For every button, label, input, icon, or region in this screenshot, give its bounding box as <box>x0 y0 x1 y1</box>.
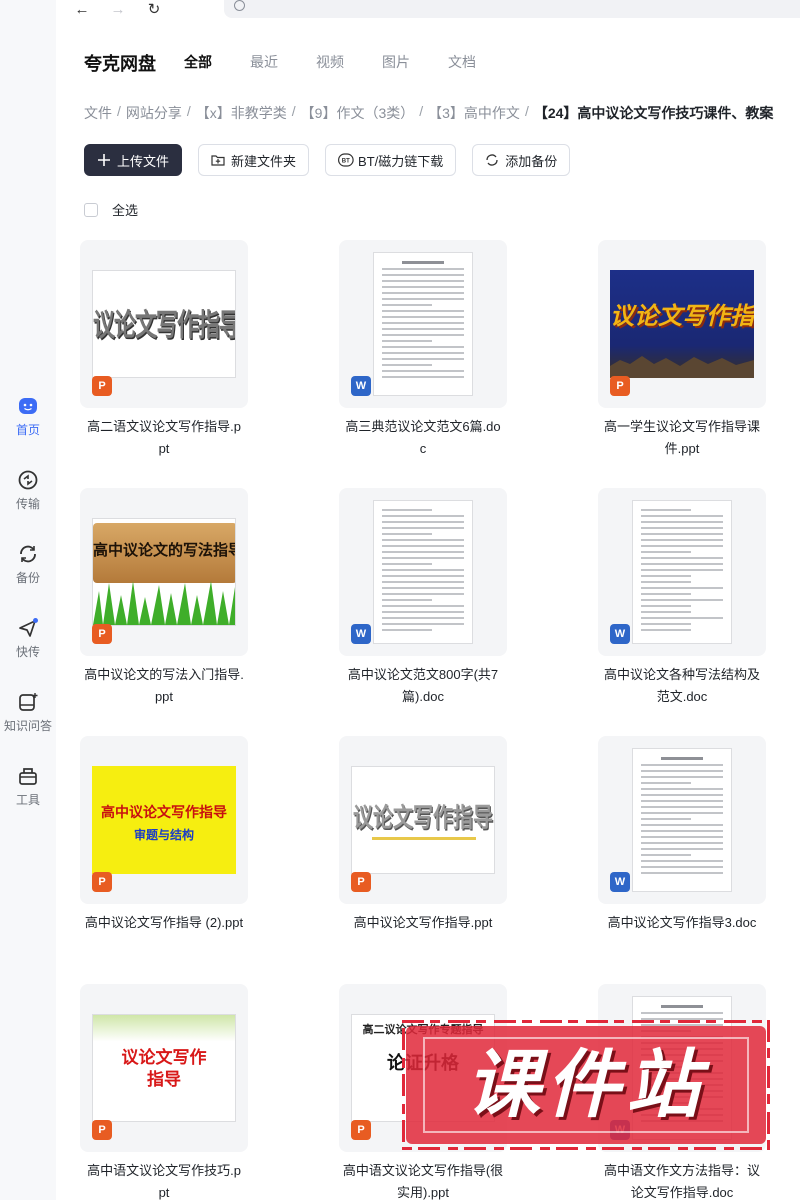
transfer-icon <box>17 469 39 491</box>
home-face-icon <box>17 395 39 417</box>
action-toolbar: 上传文件 新建文件夹 BT BT/磁力链下载 添加备份 <box>84 144 586 176</box>
browser-toolbar: ← → ↻ <box>56 0 800 20</box>
backup-icon <box>485 153 499 167</box>
ppt-file-icon: P <box>92 624 112 644</box>
file-name[interactable]: 高一学生议论文写作指导课 件.ppt <box>582 416 782 460</box>
sidebar-item-backup[interactable]: 备份 <box>0 543 56 586</box>
sidebar-item-label: 知识问答 <box>3 719 52 733</box>
breadcrumb-item[interactable]: 【3】高中作文 <box>428 103 520 123</box>
knowledge-qa-icon <box>17 691 39 713</box>
upload-file-button[interactable]: 上传文件 <box>84 144 183 176</box>
backup-icon <box>17 543 39 565</box>
file-name[interactable]: 高中语文议论文写作技巧.p pt <box>64 1160 264 1200</box>
ppt-thumbnail: 议论文写作指导 <box>610 270 754 378</box>
file-card[interactable]: W <box>598 488 766 656</box>
sidebar: 首页 传输 备份 快传 知识问答 工具 <box>0 0 56 1200</box>
add-backup-button[interactable]: 添加备份 <box>472 144 571 176</box>
word-file-icon: W <box>610 872 630 892</box>
ppt-thumbnail: 议论文写作指导() <box>92 270 236 378</box>
file-name[interactable]: 高中语文议论文写作指导(很 实用).ppt <box>323 1160 523 1200</box>
file-name[interactable]: 高中语文作文方法指导：议 论文写作指导.doc <box>582 1160 782 1200</box>
doc-thumbnail <box>373 500 473 644</box>
sidebar-item-knowledge-qa[interactable]: 知识问答 <box>0 691 56 734</box>
watermark-stamp: 课件站 <box>399 1017 773 1153</box>
sidebar-item-transfer[interactable]: 传输 <box>0 469 56 512</box>
breadcrumb-item[interactable]: 【9】作文（3类） <box>301 103 415 123</box>
file-card[interactable]: 高中议论文写作指导 审题与结构 P <box>80 736 248 904</box>
plus-icon <box>97 153 111 167</box>
word-file-icon: W <box>610 624 630 644</box>
address-bar[interactable] <box>224 0 800 18</box>
tab-video[interactable]: 视频 <box>316 52 344 72</box>
doc-thumbnail <box>632 500 732 644</box>
ppt-thumbnail: 议论文写作 指导 <box>92 1014 236 1122</box>
sidebar-item-label: 工具 <box>15 793 40 807</box>
sidebar-item-tools[interactable]: 工具 <box>0 765 56 808</box>
watermark-text: 课件站 <box>466 1042 706 1128</box>
file-card[interactable]: 高中议论文的写法指导 P <box>80 488 248 656</box>
file-name[interactable]: 高中议论文的写法入门指导. ppt <box>64 664 264 708</box>
file-card[interactable]: 议论文写作 指导 P <box>80 984 248 1152</box>
ppt-thumbnail: 高中议论文的写法指导 <box>92 518 236 626</box>
file-name[interactable]: 高中议论文写作指导 (2).ppt <box>64 912 264 934</box>
file-name[interactable]: 高中议论文范文800字(共7 篇).doc <box>323 664 523 708</box>
doc-thumbnail <box>632 748 732 892</box>
select-all[interactable]: 全选 <box>84 200 138 219</box>
ppt-thumbnail: 议论文写作指导 <box>351 766 495 874</box>
file-card[interactable]: W <box>339 488 507 656</box>
ppt-file-icon: P <box>92 1120 112 1140</box>
search-icon <box>234 0 245 11</box>
select-all-checkbox[interactable] <box>84 202 98 217</box>
ppt-file-icon: P <box>92 376 112 396</box>
ppt-thumbnail: 高中议论文写作指导 审题与结构 <box>92 766 236 874</box>
sidebar-item-label: 快传 <box>15 645 40 659</box>
tab-all[interactable]: 全部 <box>184 52 212 72</box>
tab-documents[interactable]: 文档 <box>448 52 476 72</box>
svg-text:BT: BT <box>342 159 350 165</box>
doc-thumbnail <box>373 252 473 396</box>
file-name[interactable]: 高二语文议论文写作指导.p pt <box>64 416 264 460</box>
bt-magnet-download-button[interactable]: BT BT/磁力链下载 <box>325 144 457 176</box>
breadcrumb-current: 【24】高中议论文写作技巧课件、教案 <box>533 105 774 121</box>
file-card[interactable]: 议论文写作指导() P <box>80 240 248 408</box>
file-name[interactable]: 高中议论文写作指导3.doc <box>582 912 782 934</box>
sidebar-item-label: 传输 <box>15 497 40 511</box>
sidebar-item-quick-send[interactable]: 快传 <box>0 617 56 660</box>
ppt-file-icon: P <box>610 376 630 396</box>
breadcrumb-item[interactable]: 网站分享 <box>126 103 182 123</box>
category-tabs: 全部 最近 视频 图片 文档 <box>184 52 514 72</box>
file-name[interactable]: 高三典范议论文范文6篇.do c <box>323 416 523 460</box>
word-file-icon: W <box>351 376 371 396</box>
select-all-label: 全选 <box>112 203 139 218</box>
sidebar-item-home[interactable]: 首页 <box>0 395 56 438</box>
file-card[interactable]: 议论文写作指导 P <box>339 736 507 904</box>
file-card[interactable]: W <box>339 240 507 408</box>
new-folder-button[interactable]: 新建文件夹 <box>198 144 310 176</box>
file-name[interactable]: 高中议论文写作指导.ppt <box>323 912 523 934</box>
back-arrow-icon[interactable]: ← <box>72 2 92 17</box>
tab-recent[interactable]: 最近 <box>250 52 278 72</box>
word-file-icon: W <box>351 624 371 644</box>
sidebar-item-label: 首页 <box>15 423 40 437</box>
breadcrumb: 文件 / 网站分享 / 【x】非教学类 / 【9】作文（3类） / 【3】高中作文 / 【… <box>84 103 774 123</box>
forward-arrow-icon[interactable]: → <box>108 2 128 17</box>
breadcrumb-item[interactable]: 文件 <box>84 103 112 123</box>
file-card[interactable]: 议论文写作指导 P <box>598 240 766 408</box>
breadcrumb-item[interactable]: 【x】非教学类 <box>196 103 287 123</box>
sidebar-item-label: 备份 <box>15 571 40 585</box>
app-brand: 夸克网盘 <box>84 54 156 74</box>
folder-plus-icon <box>211 153 225 167</box>
toolbox-icon <box>17 765 39 787</box>
ppt-file-icon: P <box>351 1120 371 1140</box>
file-card[interactable]: W <box>598 736 766 904</box>
file-name[interactable]: 高中议论文各种写法结构及 范文.doc <box>582 664 782 708</box>
quick-send-icon <box>17 617 39 639</box>
ppt-file-icon: P <box>92 872 112 892</box>
tab-images[interactable]: 图片 <box>382 52 410 72</box>
refresh-icon[interactable]: ↻ <box>144 2 164 17</box>
bt-icon: BT <box>338 153 354 167</box>
ppt-file-icon: P <box>351 872 371 892</box>
